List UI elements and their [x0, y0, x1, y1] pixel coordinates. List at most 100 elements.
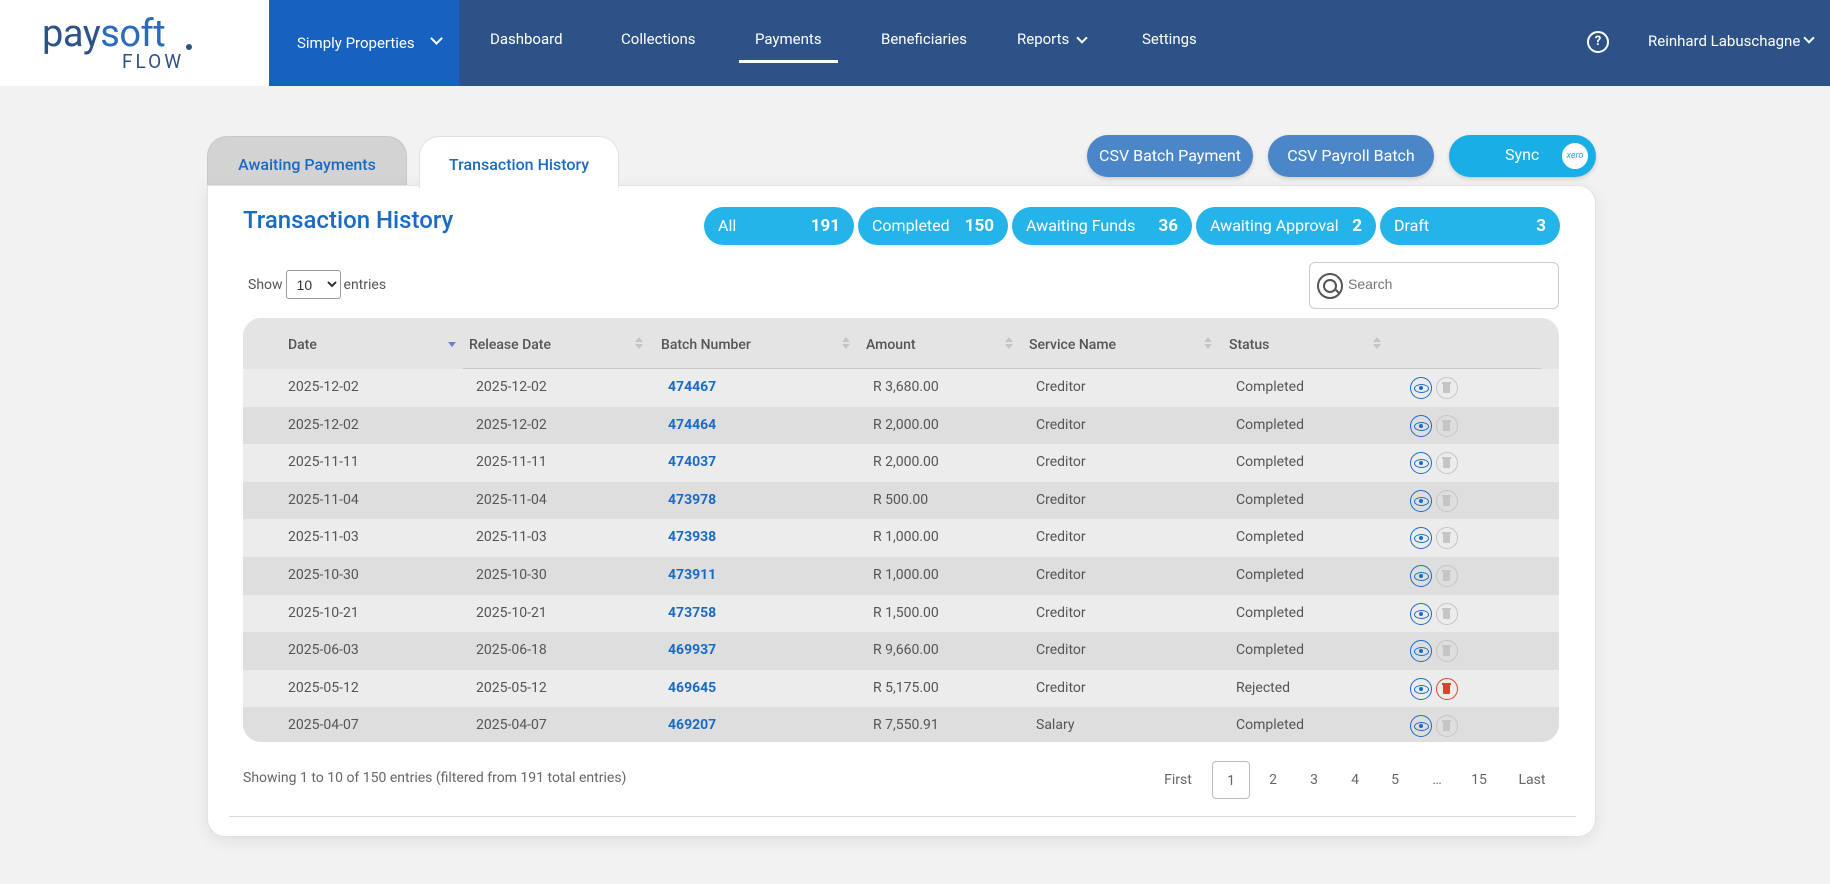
- sort-icon[interactable]: [635, 337, 643, 351]
- transactions-table: Date Release Date Batch Number Amount Se…: [243, 318, 1559, 742]
- cell-batch-number[interactable]: 474464: [668, 417, 716, 433]
- view-eye-icon[interactable]: [1410, 452, 1432, 475]
- user-name: Reinhard Labuschagne: [1648, 32, 1801, 50]
- nav-payments[interactable]: Payments: [739, 0, 838, 86]
- filter-awaiting-funds[interactable]: Awaiting Funds 36: [1012, 207, 1192, 245]
- pagination-ellipsis: …: [1432, 772, 1442, 788]
- cell-release-date: 2025-11-03: [476, 529, 547, 546]
- user-menu[interactable]: Reinhard Labuschagne: [1648, 0, 1800, 86]
- cell-status: Completed: [1236, 379, 1304, 395]
- cell-service-name: Creditor: [1036, 679, 1086, 696]
- cell-batch-number[interactable]: 469937: [668, 642, 716, 658]
- cell-service-name: Creditor: [1036, 416, 1086, 433]
- cell-date: 2025-12-02: [288, 416, 359, 433]
- column-header-status[interactable]: Status: [1229, 337, 1269, 353]
- cell-date: 2025-10-30: [288, 567, 359, 583]
- search-input[interactable]: [1348, 276, 1548, 292]
- delete-trash-icon: [1436, 452, 1458, 475]
- column-header-batch-number[interactable]: Batch Number: [661, 337, 751, 353]
- column-header-amount[interactable]: Amount: [866, 337, 916, 353]
- pagination-page-1[interactable]: 1: [1212, 761, 1250, 799]
- filter-count: 3: [1536, 216, 1546, 236]
- cell-status: Completed: [1236, 491, 1304, 508]
- delete-trash-icon: [1436, 489, 1458, 512]
- chevron-down-icon: [1076, 32, 1088, 44]
- cell-date: 2025-06-03: [288, 642, 359, 659]
- chevron-down-icon: [1803, 32, 1815, 44]
- sort-desc-icon[interactable]: [448, 337, 456, 351]
- table-row: 2025-12-02 2025-12-02 474467 R 3,680.00 Cred…: [243, 369, 1559, 407]
- tab-awaiting-payments[interactable]: Awaiting Payments: [207, 136, 407, 186]
- nav-collections[interactable]: Collections: [621, 0, 696, 86]
- filter-awaiting-approval[interactable]: Awaiting Approval 2: [1196, 207, 1376, 245]
- company-selector[interactable]: Simply Properties: [269, 0, 459, 86]
- view-eye-icon[interactable]: [1410, 640, 1432, 663]
- sync-label: Sync: [1505, 145, 1540, 164]
- page-title: Transaction History: [243, 206, 454, 234]
- column-header-service-name[interactable]: Service Name: [1029, 337, 1116, 353]
- chevron-down-icon: [430, 32, 443, 45]
- cell-batch-number[interactable]: 474037: [668, 454, 716, 470]
- delete-trash-icon: [1436, 565, 1458, 587]
- view-eye-icon[interactable]: [1410, 565, 1432, 587]
- column-header-release-date[interactable]: Release Date: [469, 337, 551, 353]
- page-length-select[interactable]: 10 25 50 100: [285, 270, 341, 299]
- cell-batch-number[interactable]: 474467: [668, 379, 716, 395]
- top-navigation-bar: paysoft FLOW Simply Properties Dashboard…: [0, 0, 1830, 86]
- cell-amount: R 500.00: [873, 491, 929, 508]
- view-eye-icon[interactable]: [1410, 677, 1432, 700]
- pagination-last[interactable]: Last: [1507, 761, 1557, 799]
- filter-completed[interactable]: Completed 150: [858, 207, 1008, 245]
- pagination-page-3[interactable]: 3: [1294, 761, 1334, 799]
- sort-icon[interactable]: [1204, 337, 1212, 351]
- cell-batch-number[interactable]: 473911: [668, 567, 716, 583]
- sync-xero-button[interactable]: Sync xero: [1449, 135, 1596, 177]
- cell-date: 2025-11-03: [288, 529, 359, 546]
- tab-transaction-history[interactable]: Transaction History: [419, 136, 619, 188]
- column-header-date[interactable]: Date: [288, 337, 317, 353]
- nav-beneficiaries[interactable]: Beneficiaries: [881, 0, 967, 86]
- csv-payroll-batch-button[interactable]: CSV Payroll Batch: [1268, 135, 1434, 177]
- cell-release-date: 2025-10-21: [476, 604, 547, 621]
- view-eye-icon[interactable]: [1410, 414, 1432, 437]
- cell-service-name: Salary: [1036, 717, 1075, 734]
- filter-label: Awaiting Approval: [1210, 216, 1339, 235]
- help-icon[interactable]: ?: [1587, 31, 1609, 53]
- view-eye-icon[interactable]: [1410, 527, 1432, 550]
- company-name: Simply Properties: [297, 34, 415, 52]
- nav-dashboard[interactable]: Dashboard: [490, 0, 563, 86]
- view-eye-icon[interactable]: [1410, 489, 1432, 512]
- pagination-page-15[interactable]: 15: [1459, 761, 1499, 799]
- cell-batch-number[interactable]: 473758: [668, 605, 716, 621]
- delete-trash-icon[interactable]: [1436, 677, 1458, 700]
- cell-service-name: Creditor: [1036, 642, 1086, 659]
- sort-icon[interactable]: [842, 337, 850, 351]
- filter-draft[interactable]: Draft 3: [1380, 207, 1560, 245]
- cell-service-name: Creditor: [1036, 529, 1086, 546]
- pagination-page-4[interactable]: 4: [1335, 761, 1375, 799]
- view-eye-icon[interactable]: [1410, 377, 1432, 399]
- table-row: 2025-11-04 2025-11-04 473978 R 500.00 Credit…: [243, 481, 1559, 520]
- pagination-first[interactable]: First: [1153, 761, 1203, 799]
- table-row: 2025-04-07 2025-04-07 469207 R 7,550.91 Sala…: [243, 707, 1559, 742]
- sort-icon[interactable]: [1005, 337, 1013, 351]
- search-icon: [1317, 273, 1343, 299]
- nav-settings[interactable]: Settings: [1142, 0, 1197, 86]
- cell-release-date: 2025-06-18: [476, 642, 547, 659]
- filter-all[interactable]: All 191: [704, 207, 854, 245]
- logo-dot: [186, 44, 192, 50]
- table-row: 2025-10-30 2025-10-30 473911 R 1,000.00 Cred…: [243, 557, 1559, 595]
- cell-batch-number[interactable]: 473938: [668, 529, 716, 545]
- search-box: [1309, 262, 1559, 309]
- cell-batch-number[interactable]: 469645: [668, 680, 716, 696]
- nav-reports[interactable]: Reports: [1017, 0, 1069, 86]
- view-eye-icon[interactable]: [1410, 715, 1432, 738]
- pagination-page-5[interactable]: 5: [1375, 761, 1415, 799]
- paysoft-flow-logo[interactable]: paysoft FLOW: [0, 0, 269, 86]
- view-eye-icon[interactable]: [1410, 602, 1432, 625]
- cell-batch-number[interactable]: 473978: [668, 492, 716, 508]
- csv-batch-payment-button[interactable]: CSV Batch Payment: [1087, 135, 1253, 177]
- sort-icon[interactable]: [1373, 337, 1381, 351]
- pagination-page-2[interactable]: 2: [1253, 761, 1293, 799]
- cell-batch-number[interactable]: 469207: [668, 717, 716, 733]
